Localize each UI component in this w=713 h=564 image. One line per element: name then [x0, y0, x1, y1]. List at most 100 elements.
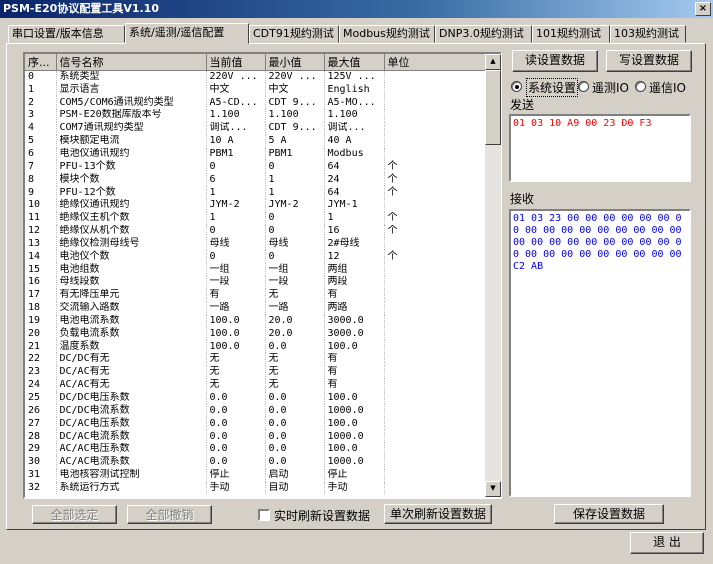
cell-max-value[interactable]: 40 A [324, 134, 385, 148]
cell-unit[interactable] [384, 134, 488, 148]
table-row[interactable]: 24 AC/AC有无无无有 [25, 378, 488, 392]
cell-current-value[interactable]: 100.0 [206, 340, 266, 354]
cell-max-value[interactable]: 有 [324, 288, 385, 302]
table-row[interactable]: 15 电池组数 一组 一组 两组 [25, 263, 488, 276]
cell-min-value[interactable]: 0.0 [265, 417, 325, 431]
cell-signal-name[interactable]: DC/AC电压系数 [56, 417, 207, 431]
cell-signal-name[interactable]: 电池仪通讯规约 [56, 147, 207, 161]
table-row[interactable]: 6 电池仪通讯规约 PBM1 PBM1 Modbus [25, 147, 488, 161]
cell-unit[interactable]: 个 [384, 173, 488, 187]
cell-min-value[interactable]: JYM-2 [265, 198, 325, 212]
cell-current-value[interactable]: 0.0 [206, 391, 266, 405]
col-header-current-value[interactable]: 当前值 [206, 54, 266, 71]
cell-max-value[interactable]: 64 [324, 186, 385, 199]
table-row[interactable]: 16 母线段数 一段 一段 两段 [25, 276, 488, 289]
cell-min-value[interactable]: 一路 [265, 301, 325, 315]
table-row[interactable]: 25 DC/DC电压系数 0.0 0.0 100.0 [25, 391, 488, 405]
cell-min-value[interactable]: 母线 [265, 237, 325, 251]
cell-min-value[interactable]: 1 [265, 186, 325, 199]
cell-current-value[interactable]: PBM1 [206, 147, 266, 161]
cell-signal-name[interactable]: DC/DC有无 [56, 353, 207, 366]
table-row[interactable]: 30 AC/AC电流系数 0.0 0.0 1000.0 [25, 455, 488, 469]
cell-index[interactable]: 5 [25, 134, 57, 148]
cell-index[interactable]: 10 [25, 198, 57, 212]
cell-current-value[interactable]: 10 A [206, 134, 266, 148]
cell-max-value[interactable]: 3000.0 [324, 314, 385, 328]
exit-button[interactable]: 退 出 [630, 532, 704, 554]
col-header-signal-name[interactable]: 信号名称 [56, 54, 207, 71]
cell-index[interactable]: 16 [25, 276, 57, 289]
cell-max-value[interactable]: 1000.0 [324, 430, 385, 443]
cell-current-value[interactable]: 0.0 [206, 430, 266, 443]
table-row[interactable]: 28 DC/AC电流系数 0.0 0.0 1000.0 [25, 430, 488, 443]
cell-min-value[interactable]: 0 [265, 160, 325, 174]
cell-max-value[interactable]: 100.0 [324, 442, 385, 456]
close-button[interactable]: × [695, 2, 711, 16]
cell-current-value[interactable]: 一路 [206, 301, 266, 315]
cell-index[interactable]: 13 [25, 237, 57, 251]
cell-max-value[interactable]: 1000.0 [324, 455, 385, 469]
cell-signal-name[interactable]: DC/DC电流系数 [56, 404, 207, 418]
cell-signal-name[interactable]: 电池仪个数 [56, 250, 207, 264]
cell-current-value[interactable]: 无 [206, 353, 266, 366]
cell-unit[interactable] [384, 365, 488, 379]
grid-vertical-scrollbar[interactable]: ▲ ▼ [485, 54, 501, 497]
cell-current-value[interactable]: 一组 [206, 263, 266, 276]
cell-signal-name[interactable]: PFU-13个数 [56, 160, 207, 174]
cell-max-value[interactable]: 24 [324, 173, 385, 187]
cell-max-value[interactable]: 两路 [324, 301, 385, 315]
cell-max-value[interactable]: 12 [324, 250, 385, 264]
radio-telemetry-io[interactable] [578, 81, 589, 92]
cell-current-value[interactable]: 中文 [206, 83, 266, 97]
radio-telesignal-io[interactable] [635, 81, 646, 92]
col-header-unit[interactable]: 单位 [384, 54, 488, 71]
table-row[interactable]: 17 有无降压单元有无有 [25, 288, 488, 302]
cell-signal-name[interactable]: 绝缘仪通讯规约 [56, 198, 207, 212]
table-row[interactable]: 11 绝缘仪主机个数 1 0 1 个 [25, 211, 488, 225]
cell-current-value[interactable]: JYM-2 [206, 198, 266, 212]
cell-current-value[interactable]: 无 [206, 365, 266, 379]
cell-unit[interactable] [384, 198, 488, 212]
cell-current-value[interactable]: 220V ... [206, 70, 266, 84]
cell-signal-name[interactable]: AC/AC有无 [56, 378, 207, 392]
cell-signal-name[interactable]: DC/AC电流系数 [56, 430, 207, 443]
cell-unit[interactable]: 个 [384, 250, 488, 264]
cell-current-value[interactable]: 1 [206, 211, 266, 225]
cell-current-value[interactable]: A5-CD... [206, 96, 266, 110]
cell-index[interactable]: 23 [25, 365, 57, 379]
cell-signal-name[interactable]: 母线段数 [56, 276, 207, 289]
radio-system-settings[interactable] [511, 81, 522, 92]
tab-modbus[interactable]: Modbus规约测试 [339, 25, 435, 43]
cell-unit[interactable] [384, 353, 488, 366]
cell-index[interactable]: 27 [25, 417, 57, 431]
table-row[interactable]: 21 温度系数 100.0 0.0 100.0 [25, 340, 488, 354]
cell-signal-name[interactable]: COM5/COM6通讯规约类型 [56, 96, 207, 110]
cell-signal-name[interactable]: 交流输入路数 [56, 301, 207, 315]
cell-current-value[interactable]: 100.0 [206, 327, 266, 341]
cell-unit[interactable] [384, 455, 488, 469]
radio-telesignal-io-label[interactable]: 遥信IO [649, 79, 686, 96]
cell-min-value[interactable]: 无 [265, 288, 325, 302]
cell-signal-name[interactable]: AC/AC电流系数 [56, 455, 207, 469]
cell-unit[interactable]: 个 [384, 186, 488, 199]
cell-index[interactable]: 8 [25, 173, 57, 187]
cell-index[interactable]: 17 [25, 288, 57, 302]
cell-min-value[interactable]: 0.0 [265, 455, 325, 469]
cell-max-value[interactable]: 100.0 [324, 417, 385, 431]
scroll-down-arrow-icon[interactable]: ▼ [485, 481, 501, 497]
cell-signal-name[interactable]: 系统类型 [56, 70, 207, 84]
cell-unit[interactable] [384, 404, 488, 418]
cell-unit[interactable] [384, 70, 488, 84]
table-row[interactable]: 3 PSM-E20数据库版本号 1.100 1.100 1.100 [25, 109, 488, 122]
cell-min-value[interactable]: 0.0 [265, 340, 325, 354]
cell-signal-name[interactable]: PFU-12个数 [56, 186, 207, 199]
cell-index[interactable]: 6 [25, 147, 57, 161]
table-row[interactable]: 13 绝缘仪检测母线号 母线 母线 2#母线 [25, 237, 488, 251]
cell-signal-name[interactable]: 模块个数 [56, 173, 207, 187]
cell-min-value[interactable]: 无 [265, 353, 325, 366]
cell-max-value[interactable]: 手动 [324, 481, 385, 495]
scroll-thumb[interactable] [485, 70, 501, 145]
cell-signal-name[interactable]: DC/AC有无 [56, 365, 207, 379]
cell-current-value[interactable]: 0.0 [206, 404, 266, 418]
tab-system-config[interactable]: 系统/遥测/遥信配置 [125, 23, 249, 44]
